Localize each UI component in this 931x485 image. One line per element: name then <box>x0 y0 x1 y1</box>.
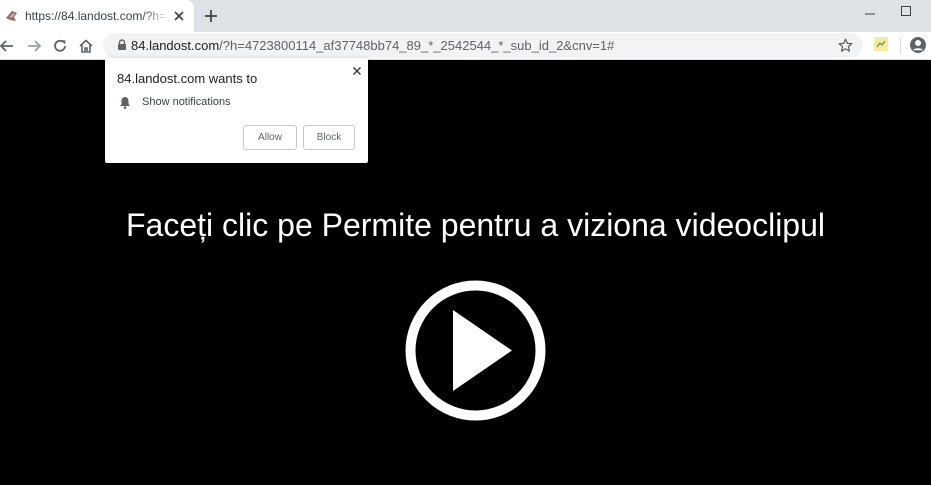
extension-icon[interactable] <box>874 37 888 51</box>
browser-toolbar: 84.landost.com/?h=4723800114_af37748bb74… <box>0 32 931 60</box>
play-icon[interactable] <box>404 279 547 422</box>
block-button[interactable]: Block <box>303 125 355 150</box>
new-tab-icon[interactable] <box>203 8 219 24</box>
tab-close-icon[interactable] <box>172 9 186 23</box>
prompt-title: 84.landost.com wants to <box>117 71 258 86</box>
page-headline: Faceți clic pe Permite pentru a viziona … <box>126 207 825 243</box>
tab-title: https://84.landost.com/?h=4723800114_af3… <box>25 9 169 23</box>
notification-permission-prompt: 84.landost.com wants to Show notificatio… <box>105 58 368 163</box>
url-path: /?h=4723800114_af37748bb74_89_*_2542544_… <box>219 38 615 53</box>
minimize-icon[interactable] <box>862 6 878 22</box>
lock-icon[interactable] <box>115 38 129 52</box>
bookmark-star-icon[interactable] <box>837 37 854 54</box>
allow-button[interactable]: Allow <box>243 125 297 150</box>
permission-label: Show notifications <box>142 96 231 108</box>
browser-tab[interactable]: https://84.landost.com/?h=4723800114_af3… <box>0 0 194 32</box>
tab-strip: https://84.landost.com/?h=4723800114_af3… <box>0 0 931 32</box>
home-icon[interactable] <box>77 37 95 55</box>
url-host: 84.landost.com <box>131 38 220 53</box>
popup-close-icon[interactable] <box>350 64 364 78</box>
profile-icon[interactable] <box>909 36 927 54</box>
reload-icon[interactable] <box>51 37 69 55</box>
bell-icon <box>120 97 130 109</box>
maximize-icon[interactable] <box>898 3 914 19</box>
toolbar-separator <box>900 38 901 54</box>
back-icon[interactable] <box>0 37 16 55</box>
address-bar[interactable]: 84.landost.com/?h=4723800114_af37748bb74… <box>103 33 863 58</box>
url-text[interactable]: 84.landost.com/?h=4723800114_af37748bb74… <box>131 38 614 53</box>
site-favicon-icon <box>6 11 17 21</box>
forward-icon[interactable] <box>25 37 43 55</box>
